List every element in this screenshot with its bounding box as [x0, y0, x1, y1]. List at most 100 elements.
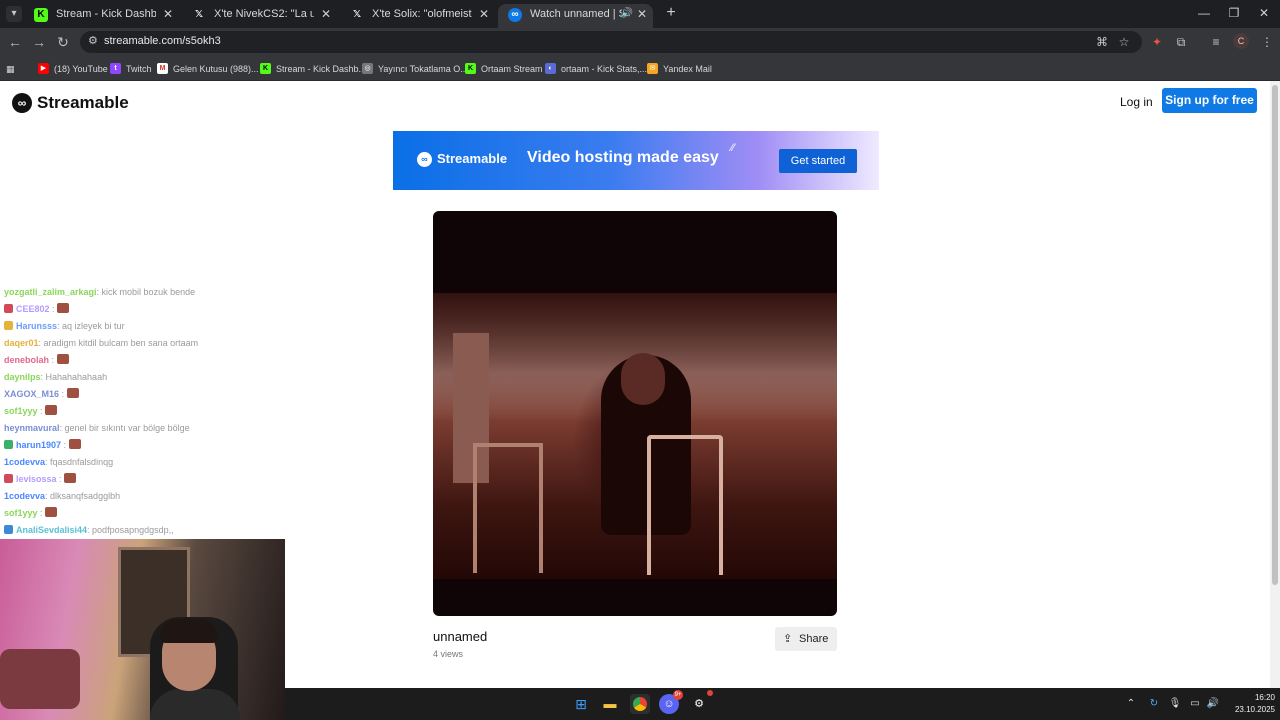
chat-message: Harunsss: aq izleyek bi tur	[4, 319, 125, 333]
restore-icon[interactable]: ❐	[1224, 4, 1244, 22]
bookmark-youtube[interactable]: ▶ (18) YouTube	[38, 62, 108, 76]
reload-icon[interactable]: ↻	[54, 33, 72, 51]
kick-icon: K	[34, 8, 48, 22]
chat-username: yozgatli_zalim_arkagi	[4, 287, 97, 297]
bookmark-label: Gelen Kutusu (988)...	[173, 64, 259, 74]
chat-badge-icon	[4, 304, 13, 313]
back-icon[interactable]: ←	[6, 33, 24, 51]
chat-message: 1codevva: dlksanqfsadgglbh	[4, 489, 120, 503]
webcam-bed	[0, 649, 80, 709]
chat-username: sof1yyy	[4, 508, 38, 518]
menu-kebab-icon[interactable]: ⋮	[1258, 33, 1276, 51]
discord-icon[interactable]: ☺ 9+	[659, 690, 683, 714]
bookmark-kick-stats[interactable]: ◐ ortaam - Kick Stats,...	[545, 62, 647, 76]
chat-text: : aradigm kitdil bulcam ben sana ortaam	[38, 338, 199, 348]
bookmark-yandex-mail[interactable]: ✉ Yandex Mail	[647, 62, 712, 76]
speaker-icon[interactable]: 🔊	[621, 4, 633, 24]
chat-username: heynmavural	[4, 423, 60, 433]
brand-name: Streamable	[37, 93, 129, 112]
file-explorer-icon[interactable]: ▬	[600, 694, 620, 714]
chat-emote-icon	[68, 439, 81, 449]
bookmark-gmail[interactable]: M Gelen Kutusu (988)...	[157, 62, 259, 76]
streamable-logo-icon: ∞	[12, 93, 32, 113]
sync-icon[interactable]: ↻	[1146, 696, 1162, 712]
chat-badge-icon	[4, 474, 13, 483]
login-link[interactable]: Log in	[1120, 95, 1153, 109]
mail-icon: ✉	[647, 63, 658, 74]
bookmark-kick-dashboard[interactable]: K Stream - Kick Dashb...	[260, 62, 366, 76]
extensions-puzzle-icon[interactable]: ⧉	[1172, 33, 1190, 51]
chat-text: : fqasdnfalsdinqg	[45, 457, 114, 467]
chat-emote-icon	[56, 354, 69, 364]
chat-message: XAGOX_M16 :	[4, 387, 79, 401]
chat-username: denebolah	[4, 355, 50, 365]
bookmark-twitch[interactable]: t Twitch	[110, 62, 152, 76]
bookmark-label: Twitch	[126, 64, 152, 74]
sparkle-icon: ⁄⁄	[731, 142, 735, 154]
tab-close-icon[interactable]: ✕	[321, 4, 331, 24]
url-text: streamable.com/s5okh3	[104, 35, 221, 47]
tab-close-icon[interactable]: ✕	[163, 4, 173, 24]
tab-x-solix[interactable]: 𝕏 X'te Solix: "olofmeister checkin ✕	[340, 4, 495, 28]
chat-message: yozgatli_zalim_arkagi: kick mobil bozuk …	[4, 285, 195, 299]
apps-grid-icon[interactable]: ▦	[6, 62, 15, 76]
microphone-icon[interactable]: 🎙	[1167, 696, 1183, 712]
share-button[interactable]: ⇪ Share	[775, 627, 837, 651]
youtube-icon: ▶	[38, 63, 49, 74]
profile-avatar[interactable]: C	[1233, 33, 1249, 49]
chat-text: :	[49, 304, 55, 314]
gmail-icon: M	[157, 63, 168, 74]
ad-banner[interactable]: ∞ Streamable Video hosting made easy ⁄⁄ …	[393, 131, 879, 190]
extension-icon[interactable]: ✦	[1148, 33, 1166, 51]
tab-close-icon[interactable]: ✕	[637, 4, 647, 24]
translate-icon[interactable]: ⌘	[1093, 33, 1111, 51]
ad-brand: Streamable	[437, 151, 508, 166]
chrome-icon[interactable]	[630, 694, 650, 714]
chat-username: 1codevva	[4, 491, 46, 501]
address-bar[interactable]: ⚙ streamable.com/s5okh3	[80, 31, 1142, 53]
media-control-icon[interactable]: ≡	[1207, 33, 1225, 51]
chat-text: : dlksanqfsadgglbh	[45, 491, 121, 501]
tab-title: X'te Solix: "olofmeister checkin	[372, 8, 472, 20]
chat-username: Harunsss	[16, 321, 58, 331]
chat-username: daqer01	[4, 338, 39, 348]
windows-start-icon[interactable]: ⊞	[571, 694, 591, 714]
video-scene-head	[621, 353, 665, 405]
chat-message: sof1yyy :	[4, 404, 58, 418]
system-clock[interactable]: 16:20 23.10.2025	[1225, 692, 1275, 716]
bookmark-star-icon[interactable]: ☆	[1115, 33, 1133, 51]
chat-text: :	[56, 474, 62, 484]
tab-x-nivekcs2[interactable]: 𝕏 X'te NivekCS2: "La update de h ✕	[182, 4, 337, 28]
minimize-icon[interactable]: —	[1194, 4, 1214, 22]
share-label: Share	[799, 633, 829, 645]
page-scrollbar[interactable]	[1270, 81, 1280, 688]
signup-button[interactable]: Sign up for free	[1162, 88, 1257, 113]
chat-username: sof1yyy	[4, 406, 38, 416]
chat-emote-icon	[57, 303, 70, 313]
webcam-body	[150, 689, 240, 720]
chat-message: 1codevva: fqasdnfalsdinqg	[4, 455, 113, 469]
network-icon[interactable]: ▭	[1187, 696, 1203, 712]
close-window-icon[interactable]: ✕	[1254, 4, 1274, 22]
get-started-button[interactable]: Get started	[779, 149, 857, 173]
bookmark-ortaam-stream[interactable]: K Ortaam Stream	[465, 62, 543, 76]
tab-close-icon[interactable]: ✕	[479, 4, 489, 24]
volume-icon[interactable]: 🔊	[1205, 696, 1221, 712]
chat-text: :	[37, 508, 43, 518]
webcam-hair	[160, 619, 218, 643]
chat-username: XAGOX_M16	[4, 389, 60, 399]
video-player[interactable]	[433, 211, 837, 616]
app-icon[interactable]: ⚙	[689, 690, 713, 714]
scrollbar-thumb[interactable]	[1272, 85, 1278, 585]
bookmarks-bar: ▦ ▶ (18) YouTube t Twitch M Gelen Kutusu…	[0, 56, 1280, 81]
new-tab-button[interactable]: +	[662, 4, 680, 22]
forward-icon[interactable]: →	[30, 33, 48, 51]
video-views: 4 views	[433, 649, 464, 659]
bookmark-label: ortaam - Kick Stats,...	[561, 64, 648, 74]
site-info-icon[interactable]: ⚙	[88, 34, 98, 47]
bookmark-yayinci[interactable]: ◎ Yayıncı Tokatlama O...	[362, 62, 468, 76]
tab-search-icon[interactable]: ▾	[6, 6, 22, 22]
chevron-up-icon[interactable]: ⌃	[1123, 696, 1139, 712]
tab-kick-dashboard[interactable]: K Stream - Kick Dashboard ✕	[24, 4, 179, 28]
tab-streamable[interactable]: ∞ Watch unnamed | Streamable 🔊 ✕	[498, 4, 653, 28]
